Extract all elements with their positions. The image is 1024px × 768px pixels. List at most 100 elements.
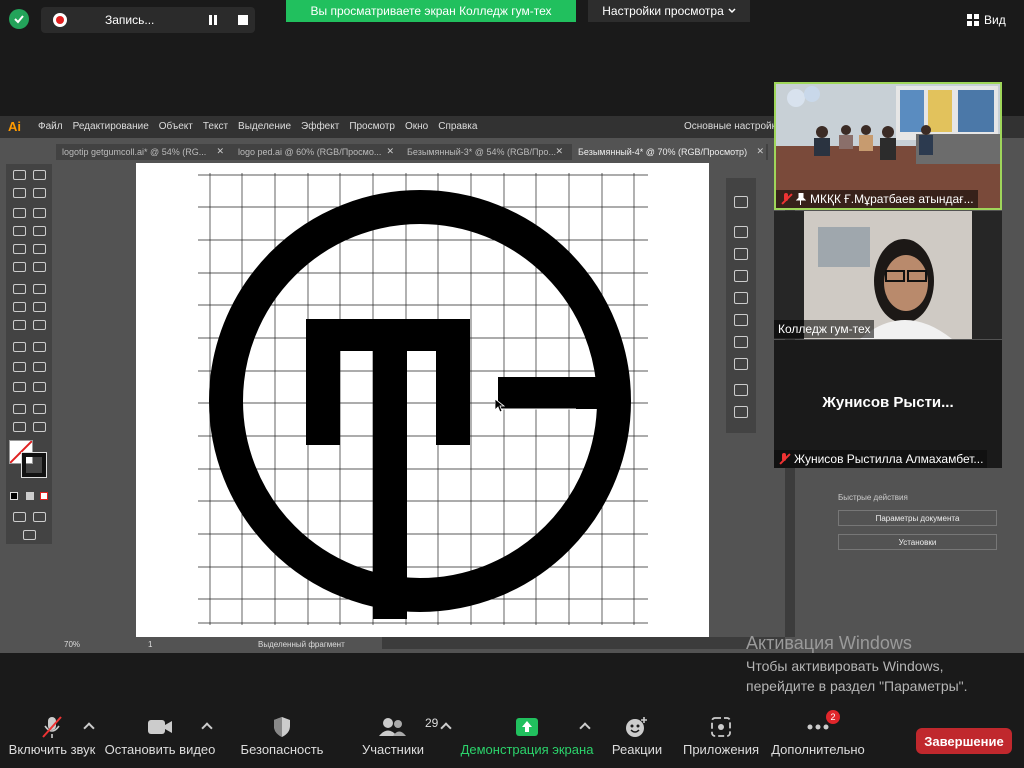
participant-video[interactable]: Колледж гум-тех: [774, 211, 1002, 339]
pen-tool-icon[interactable]: [12, 206, 26, 218]
tools-panel: [6, 164, 52, 544]
status-text: Выделенный фрагмент: [258, 640, 345, 649]
align-panel-icon[interactable]: [734, 406, 748, 418]
zoom-tool-icon[interactable]: [32, 420, 46, 432]
graph-tool-icon[interactable]: [32, 380, 46, 392]
lasso-tool-icon[interactable]: [32, 186, 46, 198]
appearance-panel-icon[interactable]: [734, 358, 748, 370]
doc-tab[interactable]: logotip getgumcoll.ai* @ 54% (RG... ✕: [56, 144, 226, 160]
doc-tab[interactable]: Безымянный-3* @ 54% (RGB/Про... ✕: [401, 144, 565, 160]
windows-activation-line2: перейдите в раздел "Параметры".: [746, 678, 968, 694]
magic-wand-tool-icon[interactable]: [12, 186, 26, 198]
doc-tab[interactable]: logo ped.ai @ 60% (RGB/Просмо... ✕: [232, 144, 396, 160]
screen-mode-icon[interactable]: [22, 528, 36, 540]
zoom-level[interactable]: 70%: [64, 640, 80, 649]
document-setup-label: Параметры документа: [875, 513, 960, 523]
puppet-warp-tool-icon[interactable]: [32, 300, 46, 312]
participant-name-bar: МКҚК Ғ.Мұратбаев атындағ...: [776, 190, 978, 208]
color-panel-icon[interactable]: [734, 196, 748, 208]
record-dot-icon: [53, 13, 67, 27]
page-number[interactable]: 1: [148, 640, 152, 649]
brushes-panel-icon[interactable]: [734, 248, 748, 260]
artboard[interactable]: [136, 163, 709, 637]
more-button[interactable]: 2 Дополнительно: [771, 710, 865, 768]
close-icon[interactable]: ✕: [216, 146, 224, 157]
workspace-switcher[interactable]: Основные настройки: [684, 121, 782, 132]
layers-panel-icon[interactable]: [734, 384, 748, 396]
black-swatch-icon[interactable]: [10, 492, 18, 500]
quick-actions-panel: Быстрые действия Параметры документа Уст…: [830, 486, 1004, 566]
participant-tile[interactable]: Жунисов Рысти... Жунисов Рыстилла Алмаха…: [774, 340, 1002, 468]
brush-tool-icon[interactable]: [32, 242, 46, 254]
close-icon[interactable]: ✕: [386, 146, 394, 157]
blend-tool-icon[interactable]: [32, 360, 46, 372]
participants-options-caret-icon[interactable]: [440, 722, 452, 734]
menu-effect[interactable]: Эффект: [301, 121, 339, 132]
type-tool-icon[interactable]: [12, 224, 26, 236]
curvature-tool-icon[interactable]: [32, 206, 46, 218]
participant-display-name: Жунисов Рысти...: [822, 394, 954, 411]
draw-mode-icon[interactable]: [12, 510, 26, 522]
perspective-tool-icon[interactable]: [32, 318, 46, 330]
gradient-panel-icon[interactable]: [734, 314, 748, 326]
unmute-button[interactable]: Включить звук: [9, 712, 95, 768]
scale-tool-icon[interactable]: [32, 282, 46, 294]
slice-tool-icon[interactable]: [32, 402, 46, 414]
doc-tab-active[interactable]: Безымянный-4* @ 70% (RGB/Просмотр) ✕: [572, 144, 766, 160]
direct-selection-tool-icon[interactable]: [32, 168, 46, 180]
ellipse-tool-icon[interactable]: [12, 242, 26, 254]
artboard-tool-icon[interactable]: [12, 402, 26, 414]
width-tool-icon[interactable]: [12, 300, 26, 312]
horizontal-scrollbar[interactable]: [382, 637, 785, 649]
stroke-panel-icon[interactable]: [734, 292, 748, 304]
participant-name-bar: Колледж гум-тех: [774, 320, 875, 338]
hand-tool-icon[interactable]: [12, 420, 26, 432]
menu-object[interactable]: Объект: [159, 121, 193, 132]
none-swatch-icon[interactable]: [40, 492, 48, 500]
status-bar: 70% 1 Выделенный фрагмент: [60, 637, 382, 651]
menu-help[interactable]: Справка: [438, 121, 477, 132]
apps-button[interactable]: Приложения: [682, 712, 760, 768]
menu-text[interactable]: Текст: [203, 121, 228, 132]
symbols-panel-icon[interactable]: [734, 270, 748, 282]
menu-window[interactable]: Окно: [405, 121, 428, 132]
rotate-tool-icon[interactable]: [12, 282, 26, 294]
menu-edit[interactable]: Редактирование: [73, 121, 149, 132]
participant-video[interactable]: МКҚК Ғ.Мұратбаев атындағ...: [774, 82, 1002, 210]
swatches-panel-icon[interactable]: [734, 226, 748, 238]
chevron-down-icon: [728, 8, 736, 14]
transparency-panel-icon[interactable]: [734, 336, 748, 348]
selection-tool-icon[interactable]: [12, 168, 26, 180]
pause-recording-icon[interactable]: [208, 15, 218, 25]
view-settings-button[interactable]: Настройки просмотра: [588, 0, 750, 22]
preferences-button[interactable]: Установки: [838, 534, 997, 550]
line-tool-icon[interactable]: [32, 224, 46, 236]
view-button[interactable]: Вид: [967, 7, 1019, 33]
shaper-tool-icon[interactable]: [12, 260, 26, 272]
end-meeting-button[interactable]: Завершение: [916, 728, 1012, 754]
menu-view[interactable]: Просмотр: [349, 121, 395, 132]
symbol-sprayer-tool-icon[interactable]: [12, 380, 26, 392]
shape-builder-tool-icon[interactable]: [12, 318, 26, 330]
menu-select[interactable]: Выделение: [238, 121, 291, 132]
eraser-tool-icon[interactable]: [32, 260, 46, 272]
security-shield-icon[interactable]: [9, 9, 29, 29]
menu-file[interactable]: Файл: [38, 121, 63, 132]
share-screen-button[interactable]: Демонстрация экрана: [461, 712, 593, 768]
gradient-tool-icon[interactable]: [32, 340, 46, 352]
stop-recording-icon[interactable]: [238, 15, 248, 25]
security-button[interactable]: Безопасность: [241, 712, 323, 768]
gradient-swatch-icon[interactable]: [26, 492, 34, 500]
mesh-tool-icon[interactable]: [12, 340, 26, 352]
participants-button[interactable]: 29 Участники: [360, 712, 438, 768]
view-settings-label: Настройки просмотра: [602, 4, 724, 18]
draw-inside-icon[interactable]: [32, 510, 46, 522]
close-icon[interactable]: ✕: [756, 146, 764, 157]
eyedropper-tool-icon[interactable]: [12, 360, 26, 372]
reactions-button[interactable]: Реакции: [610, 712, 664, 768]
document-setup-button[interactable]: Параметры документа: [838, 510, 997, 526]
close-icon[interactable]: ✕: [555, 146, 563, 157]
stop-video-button[interactable]: Остановить видео: [105, 712, 215, 768]
participant-name-bar: Жунисов Рыстилла Алмахамбет...: [774, 450, 988, 468]
stroke-color-swatch[interactable]: [21, 452, 47, 478]
